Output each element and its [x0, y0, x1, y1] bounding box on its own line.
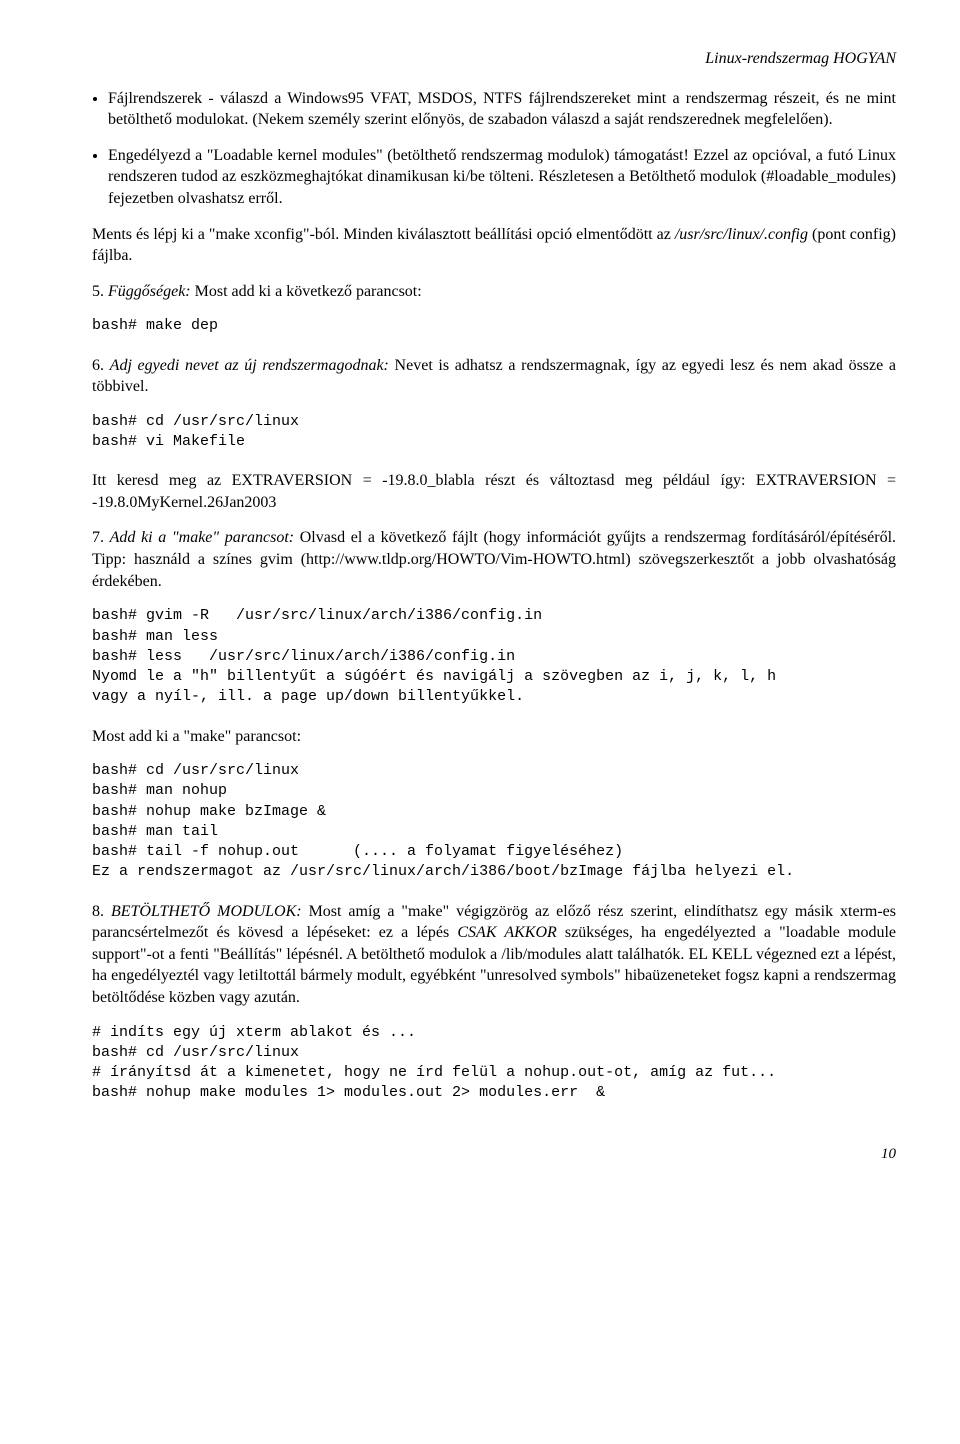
code-block-6: bash# cd /usr/src/linux bash# vi Makefil…: [92, 412, 896, 453]
step-number: 8.: [92, 903, 111, 920]
step-title: BETÖLTHETŐ MODULOK:: [111, 903, 302, 920]
step-title: Adj egyedi nevet az új rendszermagodnak:: [110, 357, 389, 374]
step-number: 6.: [92, 357, 110, 374]
code-block-7b: bash# cd /usr/src/linux bash# man nohup …: [92, 761, 896, 883]
bullet-list: Fájlrendszerek - válaszd a Windows95 VFA…: [72, 88, 896, 210]
paragraph-ments: Ments és lépj ki a "make xconfig"-ból. M…: [92, 224, 896, 267]
paragraph-extraversion: Itt keresd meg az EXTRAVERSION = -19.8.0…: [92, 470, 896, 513]
step-8: 8. BETÖLTHETŐ MODULOK: Most amíg a "make…: [92, 901, 896, 1009]
step-number: 7.: [92, 529, 110, 546]
step-title: Függőségek:: [108, 283, 191, 300]
page-number: 10: [72, 1144, 896, 1164]
code-block-7a: bash# gvim -R /usr/src/linux/arch/i386/c…: [92, 606, 896, 707]
list-item: Fájlrendszerek - válaszd a Windows95 VFA…: [108, 88, 896, 131]
paragraph-most: Most add ki a "make" parancsot:: [92, 726, 896, 748]
text: Ments és lépj ki a "make xconfig"-ból. M…: [92, 226, 675, 243]
step-text: Most add ki a következő parancsot:: [191, 283, 422, 300]
step-number: 5.: [92, 283, 108, 300]
step-6: 6. Adj egyedi nevet az új rendszermagodn…: [92, 355, 896, 398]
code-block-8: # indíts egy új xterm ablakot és ... bas…: [92, 1023, 896, 1104]
path-text: /usr/src/linux/.config: [675, 226, 808, 243]
list-item: Engedélyezd a "Loadable kernel modules" …: [108, 145, 896, 210]
step-title: Add ki a "make" parancsot:: [110, 529, 294, 546]
emphasis: CSAK AKKOR: [457, 924, 556, 941]
page-header: Linux-rendszermag HOGYAN: [72, 48, 896, 70]
code-block-5: bash# make dep: [92, 316, 896, 336]
step-5: 5. Függőségek: Most add ki a következő p…: [92, 281, 896, 303]
step-7: 7. Add ki a "make" parancsot: Olvasd el …: [92, 527, 896, 592]
